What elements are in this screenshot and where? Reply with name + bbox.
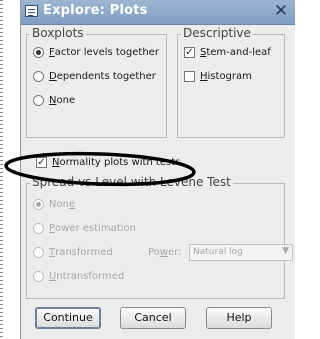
- factor-levels-together-radio[interactable]: Factor levels together: [33, 44, 159, 60]
- power-estimation-radio[interactable]: Power estimation: [33, 220, 136, 236]
- dependents-together-radio[interactable]: Dependents together: [33, 68, 156, 84]
- checkbox-indicator: ✓: [184, 46, 195, 58]
- histogram-checkbox[interactable]: Histogram: [184, 68, 252, 84]
- close-icon[interactable]: ✕: [271, 2, 291, 21]
- title-bar[interactable]: Explore: Plots ✕: [21, 0, 295, 25]
- explore-plots-dialog: Explore: Plots ✕ Boxplots Factor levels …: [20, 0, 295, 339]
- window-table-icon: [25, 5, 38, 17]
- chevron-down-icon: ▼: [282, 246, 289, 256]
- power-label: Po w er:: [148, 246, 182, 258]
- background-window-edge: [0, 0, 3, 339]
- power-select-value: Natural log: [193, 247, 243, 257]
- radio-indicator: [33, 198, 44, 210]
- spread-vs-level-group-label: Spread vs Level with Levene Test: [30, 175, 233, 189]
- cancel-button[interactable]: Cancel: [120, 307, 186, 329]
- radio-indicator: [33, 270, 44, 282]
- checkbox-indicator: ✓: [36, 156, 47, 168]
- spread-vs-level-group: Spread vs Level with Levene Test Non e Po…: [26, 175, 293, 299]
- radio-indicator: [33, 94, 44, 106]
- untransformed-radio[interactable]: Untransformed: [33, 268, 124, 284]
- boxplots-group: Boxplots Factor levels together Dependen…: [26, 26, 167, 138]
- stem-and-leaf-checkbox[interactable]: ✓ Stem-and-leaf: [184, 44, 271, 60]
- help-button[interactable]: Help: [206, 307, 272, 329]
- descriptive-group-label: Descriptive: [181, 26, 253, 40]
- radio-indicator: [33, 70, 44, 82]
- continue-button[interactable]: Continue: [35, 307, 101, 329]
- checkbox-indicator: [184, 70, 195, 82]
- radio-indicator: [33, 246, 44, 258]
- power-select[interactable]: Natural log ▼: [189, 244, 293, 261]
- window-title: Explore: Plots: [43, 3, 148, 18]
- boxplots-group-label: Boxplots: [30, 26, 86, 40]
- spread-none-radio[interactable]: Non e: [33, 196, 75, 212]
- normality-plots-checkbox[interactable]: ✓ Normality plots with tests: [36, 154, 180, 170]
- descriptive-group: Descriptive ✓ Stem-and-leaf Histogram: [177, 26, 285, 138]
- radio-indicator: [33, 46, 44, 58]
- none-radio[interactable]: None: [33, 92, 75, 108]
- transformed-radio[interactable]: Transformed: [33, 244, 113, 260]
- radio-indicator: [33, 222, 44, 234]
